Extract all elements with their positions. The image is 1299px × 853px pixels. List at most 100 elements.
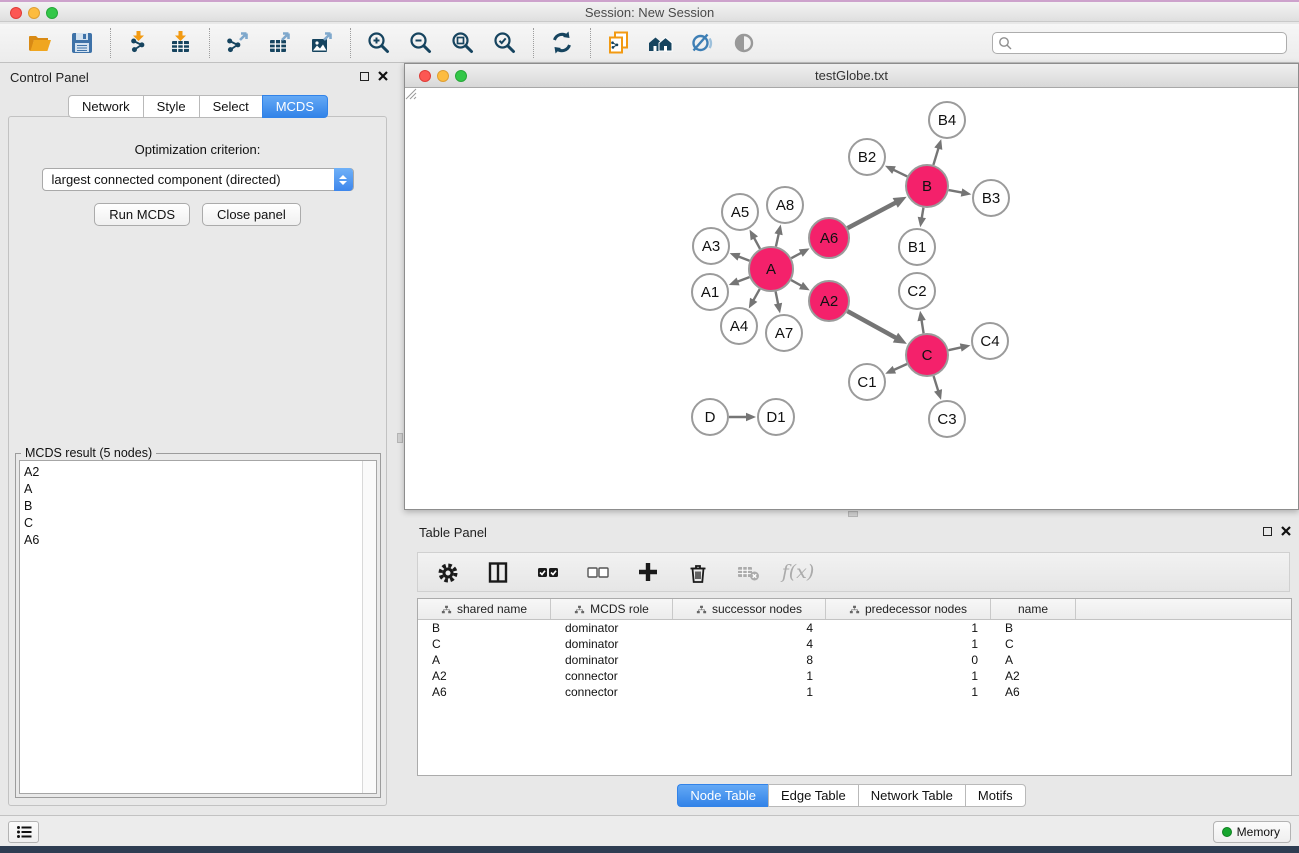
- network-window-titlebar[interactable]: testGlobe.txt: [405, 64, 1298, 88]
- column-header-name[interactable]: name: [991, 599, 1076, 619]
- memory-button[interactable]: Memory: [1213, 821, 1291, 843]
- tab-network[interactable]: Network: [68, 95, 143, 118]
- import-network-icon[interactable]: [125, 29, 153, 57]
- table-row[interactable]: Adominator80A: [418, 652, 1291, 668]
- search-icon: [998, 36, 1012, 50]
- function-icon[interactable]: f(x): [784, 558, 812, 586]
- node-A6[interactable]: A6: [809, 218, 849, 258]
- float-panel-icon[interactable]: [360, 72, 369, 81]
- zoom-in-icon[interactable]: [365, 29, 393, 57]
- tab-motifs[interactable]: Motifs: [965, 784, 1026, 807]
- network-canvas[interactable]: B4 B2 B B3 A8A5 A6 A3 B1 A A1 C2 A2 A4A7 C4 C C1 C3 D D1: [405, 88, 1298, 509]
- column-header-shared-name[interactable]: shared name: [418, 599, 551, 619]
- search-container: [992, 32, 1287, 54]
- tab-select[interactable]: Select: [199, 95, 262, 118]
- node-B4[interactable]: B4: [929, 102, 965, 138]
- node-A3[interactable]: A3: [693, 228, 729, 264]
- node-D[interactable]: D: [692, 399, 728, 435]
- table-row[interactable]: Cdominator41C: [418, 636, 1291, 652]
- import-table-icon[interactable]: [167, 29, 195, 57]
- vertical-splitter[interactable]: [396, 63, 404, 815]
- column-header-predecessor-nodes[interactable]: predecessor nodes: [826, 599, 991, 619]
- close-panel-icon[interactable]: [378, 71, 388, 81]
- home-icon[interactable]: [647, 29, 675, 57]
- tab-node-table[interactable]: Node Table: [677, 784, 768, 807]
- node-C2[interactable]: C2: [899, 273, 935, 309]
- tab-network-table[interactable]: Network Table: [858, 784, 965, 807]
- control-panel-header: Control Panel: [0, 63, 396, 91]
- close-table-panel-icon[interactable]: [1281, 526, 1291, 536]
- result-item[interactable]: A: [24, 481, 376, 498]
- node-A5[interactable]: A5: [722, 194, 758, 230]
- zoom-out-icon[interactable]: [407, 29, 435, 57]
- node-C3[interactable]: C3: [929, 401, 965, 437]
- export-network-icon[interactable]: [224, 29, 252, 57]
- tab-edge-table[interactable]: Edge Table: [768, 784, 858, 807]
- column-header-MCDS-role[interactable]: MCDS role: [551, 599, 673, 619]
- tab-style[interactable]: Style: [143, 95, 199, 118]
- duplicate-network-icon[interactable]: [605, 29, 633, 57]
- select-all-icon[interactable]: [534, 558, 562, 586]
- export-image-icon[interactable]: [308, 29, 336, 57]
- node-C4[interactable]: C4: [972, 323, 1008, 359]
- tab-mcds[interactable]: MCDS: [262, 95, 328, 118]
- status-bar: Memory: [0, 815, 1299, 846]
- table-row[interactable]: Bdominator41B: [418, 620, 1291, 636]
- node-D1[interactable]: D1: [758, 399, 794, 435]
- result-item[interactable]: C: [24, 515, 376, 532]
- svg-text:B2: B2: [858, 149, 876, 166]
- export-table-icon[interactable]: [266, 29, 294, 57]
- save-session-icon[interactable]: [68, 29, 96, 57]
- node-A2[interactable]: A2: [809, 281, 849, 321]
- resize-grip-icon[interactable]: [405, 88, 417, 100]
- node-B2[interactable]: B2: [849, 139, 885, 175]
- node-A[interactable]: A: [749, 247, 793, 291]
- result-item[interactable]: A2: [24, 464, 376, 481]
- deselect-all-icon[interactable]: [584, 558, 612, 586]
- run-mcds-button[interactable]: Run MCDS: [94, 203, 190, 226]
- zoom-fit-icon[interactable]: [449, 29, 477, 57]
- result-item[interactable]: B: [24, 498, 376, 515]
- hidden-panels-button[interactable]: [8, 821, 39, 843]
- table-row[interactable]: A6connector11A6: [418, 684, 1291, 700]
- edge-A-A7: [776, 292, 779, 306]
- node-A1[interactable]: A1: [692, 274, 728, 310]
- node-C[interactable]: C: [906, 334, 948, 376]
- node-B3[interactable]: B3: [973, 180, 1009, 216]
- search-input[interactable]: [992, 32, 1287, 54]
- close-panel-button[interactable]: Close panel: [202, 203, 301, 226]
- float-table-panel-icon[interactable]: [1263, 527, 1272, 536]
- svg-text:B4: B4: [938, 112, 956, 129]
- node-C1[interactable]: C1: [849, 364, 885, 400]
- criterion-select[interactable]: largest connected component (directed): [42, 168, 354, 191]
- memory-label: Memory: [1237, 825, 1280, 839]
- node-B[interactable]: B: [906, 165, 948, 207]
- zoom-selected-icon[interactable]: [491, 29, 519, 57]
- hierarchy-icon: [696, 604, 707, 615]
- hide-details-icon[interactable]: [689, 29, 717, 57]
- result-scrollbar[interactable]: [362, 461, 376, 793]
- svg-text:B: B: [922, 178, 932, 195]
- show-details-icon[interactable]: [731, 29, 759, 57]
- gear-icon[interactable]: [434, 558, 462, 586]
- result-item[interactable]: A6: [24, 532, 376, 549]
- control-panel-tabs: NetworkStyleSelectMCDS: [0, 95, 396, 118]
- table-row[interactable]: A2connector11A2: [418, 668, 1291, 684]
- node-A4[interactable]: A4: [721, 308, 757, 344]
- delete-table-icon[interactable]: [734, 558, 762, 586]
- node-A7[interactable]: A7: [766, 315, 802, 351]
- delete-icon[interactable]: [684, 558, 712, 586]
- memory-status-icon: [1222, 827, 1232, 837]
- node-A8[interactable]: A8: [767, 187, 803, 223]
- hierarchy-icon: [849, 604, 860, 615]
- column-header-successor-nodes[interactable]: successor nodes: [673, 599, 826, 619]
- mcds-result-list[interactable]: A2ABCA6: [19, 460, 377, 794]
- edge-A6-B: [848, 202, 897, 228]
- horizontal-splitter[interactable]: [404, 510, 1299, 518]
- open-session-icon[interactable]: [26, 29, 54, 57]
- columns-icon[interactable]: [484, 558, 512, 586]
- add-icon[interactable]: [634, 558, 662, 586]
- edge-C-C2: [921, 319, 923, 334]
- refresh-layout-icon[interactable]: [548, 29, 576, 57]
- node-B1[interactable]: B1: [899, 229, 935, 265]
